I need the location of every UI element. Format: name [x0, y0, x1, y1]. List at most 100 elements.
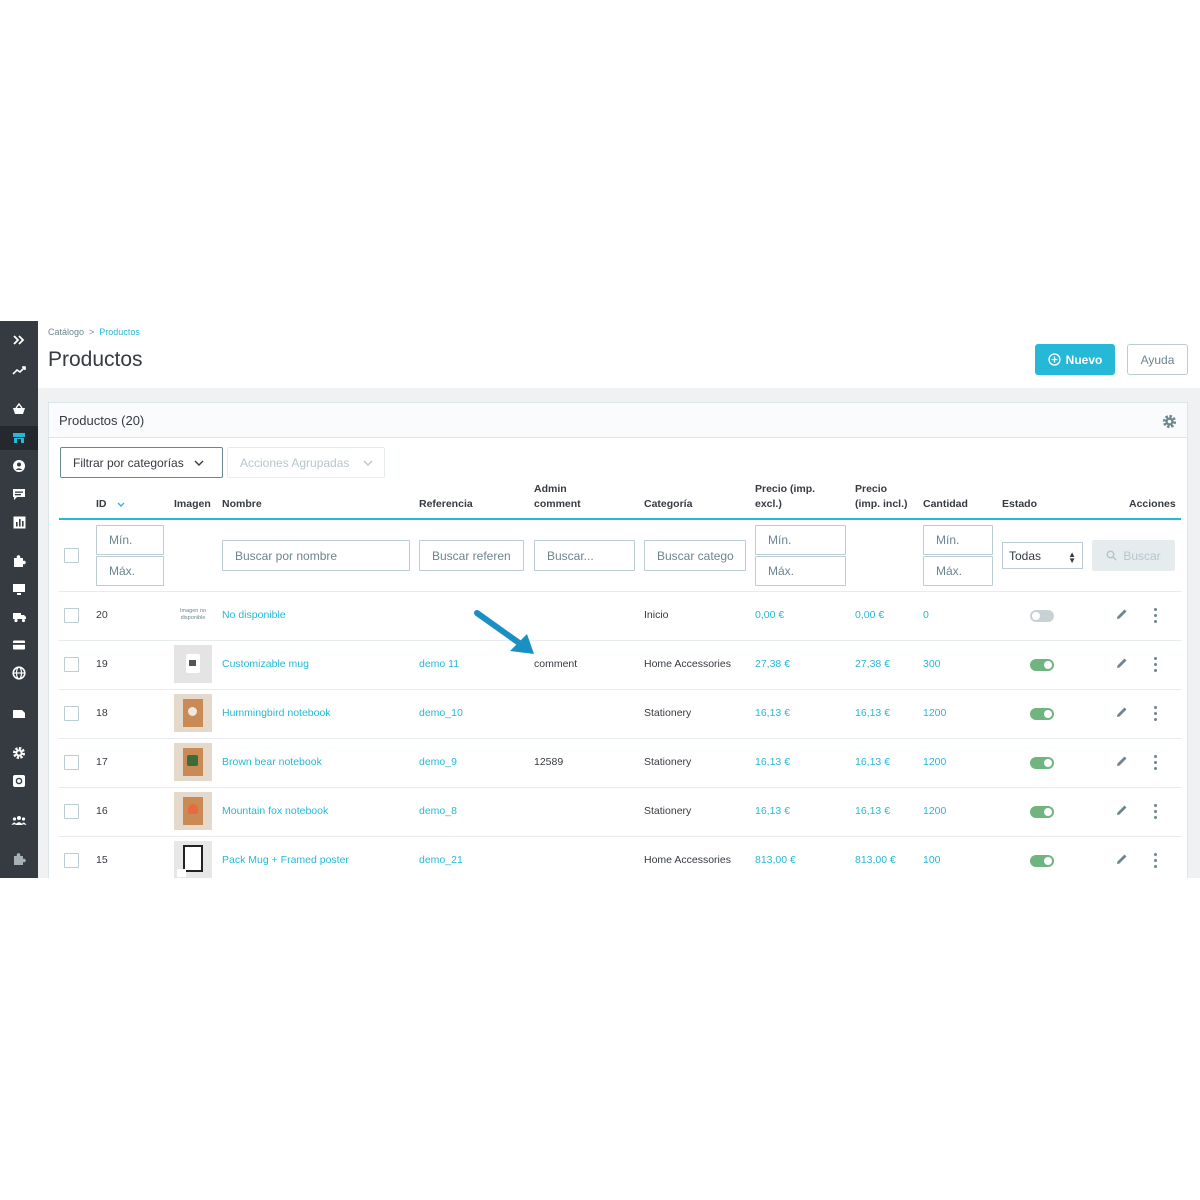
- edit-pencil-icon[interactable]: [1116, 657, 1128, 669]
- addons-puzzle-icon[interactable]: [0, 847, 38, 871]
- table-settings-gear-icon[interactable]: [1162, 414, 1177, 429]
- price-max-input[interactable]: Máx.: [755, 556, 846, 586]
- column-header-quantity[interactable]: Cantidad: [923, 497, 968, 512]
- row-checkbox[interactable]: [64, 755, 79, 770]
- product-price-incl[interactable]: 16,13 €: [855, 805, 890, 817]
- product-quantity[interactable]: 1200: [923, 756, 946, 768]
- bulk-actions-button[interactable]: Acciones Agrupadas: [227, 447, 385, 478]
- product-price-incl[interactable]: 16,13 €: [855, 707, 890, 719]
- team-users-icon[interactable]: [0, 808, 38, 832]
- more-actions-icon[interactable]: [1150, 706, 1160, 722]
- edit-pencil-icon[interactable]: [1116, 804, 1128, 816]
- more-actions-icon[interactable]: [1150, 657, 1160, 673]
- stats-chart-icon[interactable]: [0, 510, 38, 534]
- column-header-reference[interactable]: Referencia: [419, 497, 473, 512]
- reference-search-input[interactable]: Buscar referen: [419, 540, 524, 571]
- column-header-category[interactable]: Categoría: [644, 497, 692, 512]
- more-actions-icon[interactable]: [1150, 755, 1160, 771]
- row-checkbox[interactable]: [64, 608, 79, 623]
- more-actions-icon[interactable]: [1150, 608, 1160, 624]
- product-price-excl[interactable]: 0,00 €: [755, 609, 784, 621]
- expand-menu-icon[interactable]: [0, 328, 38, 352]
- quantity-min-input[interactable]: Mín.: [923, 525, 993, 555]
- product-reference[interactable]: demo_9: [419, 756, 457, 768]
- orders-basket-icon[interactable]: [0, 397, 38, 421]
- help-button[interactable]: Ayuda: [1127, 344, 1188, 375]
- more-actions-icon[interactable]: [1150, 804, 1160, 820]
- product-price-incl[interactable]: 0,00 €: [855, 609, 884, 621]
- more-actions-icon[interactable]: [1150, 853, 1160, 869]
- product-price-excl[interactable]: 813,00 €: [755, 854, 796, 866]
- search-button[interactable]: Buscar: [1092, 540, 1175, 571]
- sort-chevron-down-icon[interactable]: [117, 502, 125, 507]
- select-all-checkbox[interactable]: [64, 548, 79, 563]
- quantity-max-input[interactable]: Máx.: [923, 556, 993, 586]
- row-checkbox[interactable]: [64, 657, 79, 672]
- row-checkbox[interactable]: [64, 804, 79, 819]
- comment-search-input[interactable]: Buscar...: [534, 540, 635, 571]
- product-quantity[interactable]: 0: [923, 609, 929, 621]
- product-price-incl[interactable]: 813,00 €: [855, 854, 896, 866]
- settings-gear-icon[interactable]: [0, 741, 38, 765]
- product-name-link[interactable]: Customizable mug: [222, 658, 309, 670]
- row-checkbox[interactable]: [64, 853, 79, 868]
- new-product-button[interactable]: Nuevo: [1035, 344, 1115, 375]
- column-header-status[interactable]: Estado: [1002, 497, 1037, 512]
- product-quantity[interactable]: 1200: [923, 707, 946, 719]
- product-name-link[interactable]: Brown bear notebook: [222, 756, 322, 768]
- status-toggle[interactable]: [1030, 708, 1054, 720]
- catalog-store-icon[interactable]: [0, 426, 38, 450]
- customers-user-icon[interactable]: [0, 454, 38, 478]
- configure-cog-box-icon[interactable]: [0, 769, 38, 793]
- product-price-excl[interactable]: 27,38 €: [755, 658, 790, 670]
- product-quantity[interactable]: 300: [923, 658, 941, 670]
- status-toggle[interactable]: [1030, 806, 1054, 818]
- stats-trend-icon[interactable]: [0, 358, 38, 382]
- id-min-input[interactable]: Mín.: [96, 525, 164, 555]
- product-reference[interactable]: demo_21: [419, 854, 463, 866]
- id-max-input[interactable]: Máx.: [96, 556, 164, 586]
- product-price-excl[interactable]: 16,13 €: [755, 707, 790, 719]
- status-select[interactable]: Todas ▲ ▼: [1002, 542, 1083, 569]
- column-header-name[interactable]: Nombre: [222, 497, 262, 512]
- product-reference[interactable]: demo 11: [419, 658, 459, 670]
- product-price-incl[interactable]: 16,13 €: [855, 756, 890, 768]
- filter-by-category-button[interactable]: Filtrar por categorías: [60, 447, 223, 478]
- row-checkbox[interactable]: [64, 706, 79, 721]
- design-monitor-icon[interactable]: [0, 577, 38, 601]
- column-header-price-excl[interactable]: Precio (imp. excl.): [755, 482, 815, 512]
- status-toggle[interactable]: [1030, 659, 1054, 671]
- product-reference[interactable]: demo_10: [419, 707, 463, 719]
- status-toggle[interactable]: [1030, 855, 1054, 867]
- product-name-link[interactable]: Hummingbird notebook: [222, 707, 331, 719]
- messages-chat-icon[interactable]: [0, 482, 38, 506]
- column-header-admin-comment[interactable]: Admin comment: [534, 482, 581, 512]
- edit-pencil-icon[interactable]: [1116, 706, 1128, 718]
- column-header-price-incl[interactable]: Precio (imp. incl.): [855, 482, 908, 512]
- name-search-input[interactable]: Buscar por nombre: [222, 540, 410, 571]
- product-name-link[interactable]: Mountain fox notebook: [222, 805, 328, 817]
- product-quantity[interactable]: 100: [923, 854, 941, 866]
- edit-pencil-icon[interactable]: [1116, 755, 1128, 767]
- status-toggle[interactable]: [1030, 757, 1054, 769]
- payment-card-icon[interactable]: [0, 633, 38, 657]
- advanced-drive-icon[interactable]: [0, 702, 38, 726]
- product-price-excl[interactable]: 16,13 €: [755, 805, 790, 817]
- international-globe-icon[interactable]: [0, 661, 38, 685]
- product-price-excl[interactable]: 16,13 €: [755, 756, 790, 768]
- edit-pencil-icon[interactable]: [1116, 853, 1128, 865]
- category-search-input[interactable]: Buscar catego: [644, 540, 746, 571]
- shipping-truck-icon[interactable]: [0, 605, 38, 629]
- status-toggle[interactable]: [1030, 610, 1054, 622]
- product-reference[interactable]: demo_8: [419, 805, 457, 817]
- breadcrumb-parent[interactable]: Catálogo: [48, 327, 84, 337]
- product-name-link[interactable]: Pack Mug + Framed poster: [222, 854, 349, 866]
- product-name-link[interactable]: No disponible: [222, 609, 286, 621]
- column-header-id[interactable]: ID: [96, 497, 125, 512]
- product-quantity[interactable]: 1200: [923, 805, 946, 817]
- product-price-incl[interactable]: 27,38 €: [855, 658, 890, 670]
- breadcrumb-current[interactable]: Productos: [99, 327, 140, 337]
- edit-pencil-icon[interactable]: [1116, 608, 1128, 620]
- price-min-input[interactable]: Mín.: [755, 525, 846, 555]
- modules-puzzle-icon[interactable]: [0, 549, 38, 573]
